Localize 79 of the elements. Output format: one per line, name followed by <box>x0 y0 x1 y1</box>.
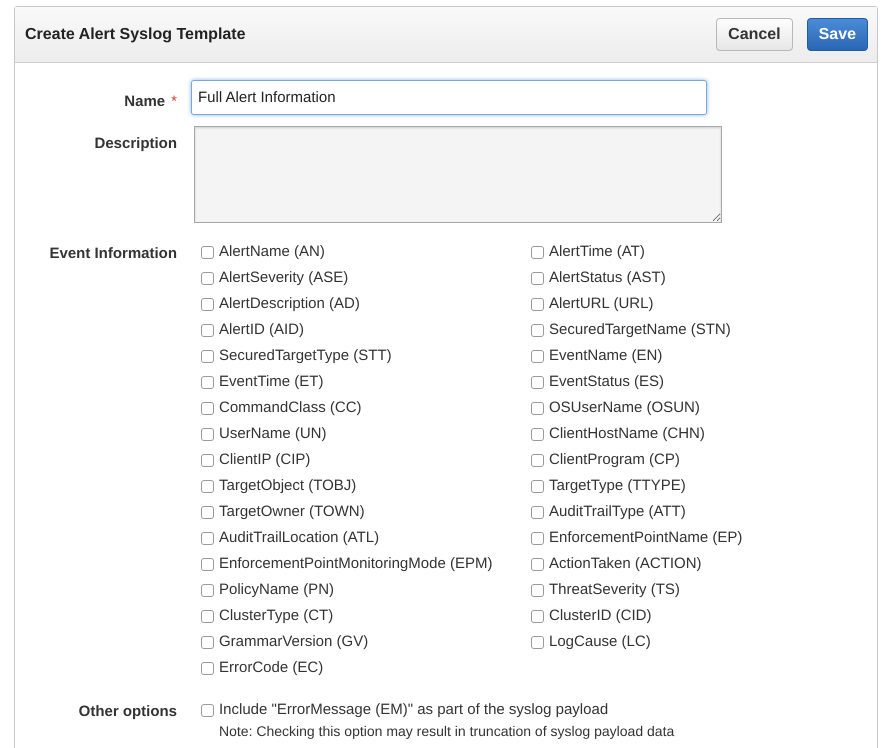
required-mark: * <box>171 92 177 112</box>
name-label: Name <box>124 92 166 112</box>
checkbox-label: ActionTaken (ACTION) <box>549 554 702 574</box>
event-information-label: Event Information <box>49 244 177 264</box>
checkbox[interactable] <box>201 506 214 518</box>
checkbox[interactable] <box>201 662 214 674</box>
checkbox-label: OSUserName (OSUN) <box>549 398 700 418</box>
save-button[interactable]: Save <box>806 18 868 51</box>
checkbox[interactable] <box>531 376 544 388</box>
dialog-title: Create Alert Syslog Template <box>25 24 246 44</box>
checkbox[interactable] <box>201 584 214 596</box>
checkbox[interactable] <box>201 558 214 570</box>
checkbox[interactable] <box>201 298 214 310</box>
description-label: Description <box>94 134 177 154</box>
checkbox[interactable] <box>531 584 544 596</box>
cancel-button[interactable]: Cancel <box>716 18 793 51</box>
checkbox[interactable] <box>531 610 544 622</box>
checkbox-label: GrammarVersion (GV) <box>219 632 368 652</box>
checkbox[interactable] <box>201 350 214 362</box>
checkbox-label: SecuredTargetName (STN) <box>549 320 731 340</box>
checkbox[interactable] <box>201 610 214 622</box>
checkbox[interactable] <box>201 324 214 336</box>
checkbox-label: ErrorCode (EC) <box>219 658 324 678</box>
checkbox[interactable] <box>201 402 214 414</box>
other-options-label: Other options <box>78 702 177 722</box>
checkbox-label: AlertSeverity (ASE) <box>219 268 348 288</box>
checkbox-label: SecuredTargetType (STT) <box>219 346 392 366</box>
checkbox-label: AlertURL (URL) <box>549 294 654 314</box>
note-text: Note: Checking this option may result in truncation of syslog payload data <box>218 722 676 741</box>
checkbox[interactable] <box>531 532 544 544</box>
checkbox[interactable] <box>531 454 544 466</box>
checkbox-label: ClusterType (CT) <box>219 606 334 626</box>
checkbox-label: UserName (UN) <box>219 424 327 444</box>
checkbox[interactable] <box>531 506 544 518</box>
checkbox-label: LogCause (LC) <box>549 632 651 652</box>
checkbox-label: EventName (EN) <box>549 346 662 366</box>
checkbox-label: AlertStatus (AST) <box>549 268 666 288</box>
checkbox-label: EnforcementPointMonitoringMode (EPM) <box>219 554 492 574</box>
checkbox[interactable] <box>201 454 214 466</box>
checkbox-label: EnforcementPointName (EP) <box>549 528 742 548</box>
checkbox[interactable] <box>531 558 544 570</box>
description-field[interactable] <box>194 126 722 223</box>
checkbox-label: ClientIP (CIP) <box>219 450 310 470</box>
checkbox-label: TargetType (TTYPE) <box>549 476 686 496</box>
checkbox[interactable] <box>201 272 214 284</box>
checkbox[interactable] <box>531 298 544 310</box>
checkbox-label: AuditTrailType (ATT) <box>549 502 686 522</box>
checkbox[interactable] <box>201 532 214 544</box>
checkbox-label: AlertID (AID) <box>219 320 304 340</box>
name-field[interactable]: Full Alert Information <box>191 80 707 115</box>
checkbox[interactable] <box>531 350 544 362</box>
checkbox-label: TargetOwner (TOWN) <box>219 502 365 522</box>
checkbox-label: AlertDescription (AD) <box>219 294 360 314</box>
checkbox-label: ClusterID (CID) <box>549 606 652 626</box>
checkbox[interactable] <box>201 246 214 258</box>
checkbox[interactable] <box>531 324 544 336</box>
checkbox[interactable] <box>531 272 544 284</box>
checkbox-label: ClientHostName (CHN) <box>549 424 705 444</box>
checkbox-label: AlertName (AN) <box>219 242 325 262</box>
checkbox[interactable] <box>201 480 214 492</box>
checkbox[interactable] <box>531 636 544 648</box>
checkbox-label: AlertTime (AT) <box>549 242 645 262</box>
checkbox-label: PolicyName (PN) <box>219 580 334 600</box>
checkbox[interactable] <box>201 704 214 716</box>
checkbox-label: EventTime (ET) <box>219 372 324 392</box>
checkbox-label: EventStatus (ES) <box>549 372 664 392</box>
checkbox-label: Include "ErrorMessage (EM)" as part of the syslog payload <box>219 700 608 720</box>
checkbox[interactable] <box>531 246 544 258</box>
checkbox[interactable] <box>201 428 214 440</box>
checkbox-label: CommandClass (CC) <box>219 398 362 418</box>
checkbox[interactable] <box>531 428 544 440</box>
checkbox-label: AuditTrailLocation (ATL) <box>219 528 380 548</box>
checkbox-label: ClientProgram (CP) <box>549 450 680 470</box>
checkbox[interactable] <box>531 480 544 492</box>
checkbox-label: ThreatSeverity (TS) <box>549 580 680 600</box>
checkbox[interactable] <box>531 402 544 414</box>
checkbox-label: TargetObject (TOBJ) <box>219 476 356 496</box>
checkbox[interactable] <box>201 376 214 388</box>
checkbox[interactable] <box>201 636 214 648</box>
